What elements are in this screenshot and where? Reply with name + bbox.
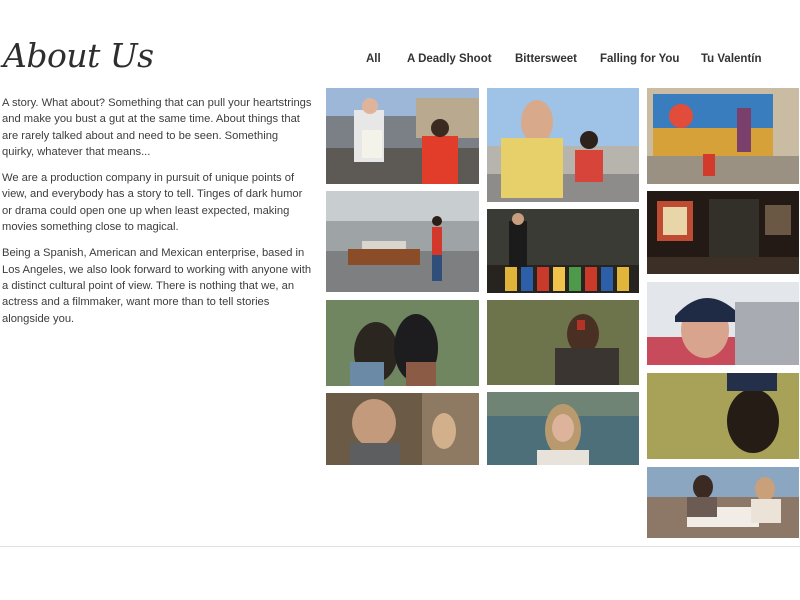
gallery-thumb-mural[interactable]: [647, 88, 799, 184]
gallery-thumb-car-hood[interactable]: [487, 88, 639, 202]
filter-bittersweet[interactable]: Bittersweet: [515, 53, 577, 65]
gallery-thumb-bloody-face[interactable]: [487, 300, 639, 385]
gallery-thumb-two-people-trees[interactable]: [326, 300, 479, 386]
about-paragraph: A story. What about? Something that can …: [2, 97, 312, 158]
filter-a-deadly-shoot[interactable]: A Deadly Shoot: [407, 53, 492, 65]
footer-divider: [0, 546, 800, 547]
gallery-thumb-doorway[interactable]: [647, 191, 799, 274]
about-text: A story. What about? Something that can …: [2, 95, 312, 337]
gallery-thumb-lake[interactable]: [487, 392, 639, 465]
gallery-thumb-smiling-man[interactable]: [326, 393, 479, 465]
gallery-thumb-backlit-man[interactable]: [647, 373, 799, 459]
about-paragraph: We are a production company in pursuit o…: [2, 172, 303, 234]
filter-tu-valentin[interactable]: Tu Valentín: [701, 53, 762, 65]
page-title: About Us: [3, 36, 154, 75]
gallery-thumb-coffin[interactable]: [326, 191, 479, 292]
gallery-thumb-restaurant[interactable]: [647, 467, 799, 538]
filter-all[interactable]: All: [366, 53, 381, 65]
gallery-thumb-street-sign[interactable]: [326, 88, 479, 184]
gallery-thumb-beanie[interactable]: [647, 282, 799, 365]
filter-falling-for-you[interactable]: Falling for You: [600, 53, 679, 65]
about-paragraph: Being a Spanish, American and Mexican en…: [2, 247, 312, 325]
gallery-thumb-colorful-fence[interactable]: [487, 209, 639, 293]
